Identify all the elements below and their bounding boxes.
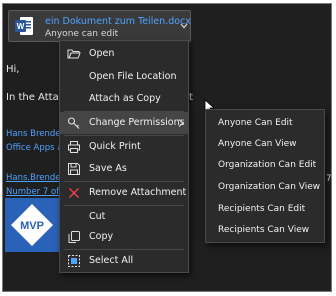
submenu-item-label: Recipients Can View [218,225,310,235]
menu-item-copy[interactable]: Copy [60,226,188,248]
attachment-file-name[interactable]: ein Dokument zum Teilen.docx [45,16,191,27]
menu-item-label: Copy [89,231,114,242]
menu-item-attach-as-copy[interactable]: Attach as Copy [60,88,188,110]
submenu-item-recipients-can-edit[interactable]: Recipients Can Edit [206,199,324,220]
signature-number-link[interactable]: Number 7 of [6,187,59,197]
copy-icon [68,231,80,243]
menu-item-change-permissions[interactable]: Change Permissions [60,112,188,134]
menu-item-label: Open File Location [89,71,177,82]
menu-item-label: Remove Attachment [89,187,187,198]
svg-text:W: W [17,22,25,31]
change-permissions-submenu: Anyone Can Edit Anyone Can View Organiza… [205,109,325,243]
menu-item-label: Open [89,48,115,59]
save-icon [68,163,80,175]
signature-name: Hans Brender [6,129,64,139]
open-folder-icon [67,49,81,59]
attachment-context-menu: Open Open File Location Attach as Copy C… [59,40,189,273]
menu-item-label: Quick Print [89,141,141,152]
submenu-item-label: Anyone Can Edit [218,118,293,128]
submenu-item-anyone-can-edit[interactable]: Anyone Can Edit [206,113,324,134]
remove-x-icon [69,188,79,198]
menu-item-label: Select All [89,255,134,266]
menu-item-cut[interactable]: Cut [60,206,188,228]
printer-icon [68,141,80,153]
signature-link[interactable]: Hans.Brender [6,173,64,183]
chevron-down-icon[interactable] [179,21,189,31]
submenu-item-label: Recipients Can Edit [218,204,306,214]
mail-body-line-end: t [189,92,193,103]
submenu-item-recipients-can-view[interactable]: Recipients Can View [206,220,324,241]
outlook-reading-pane: W ein Dokument zum Teilen.docx Anyone ca… [2,3,332,292]
submenu-item-label: Anyone Can View [218,139,297,149]
mvp-logo: MVP [5,198,59,252]
mail-greeting: Hi, [6,64,20,75]
menu-item-label: Save As [89,163,127,174]
svg-text:MVP: MVP [20,220,44,232]
menu-item-label: Cut [89,211,106,222]
attachment-chip[interactable]: W ein Dokument zum Teilen.docx Anyone ca… [8,10,191,42]
word-file-icon: W [15,17,33,35]
attachment-permission: Anyone can edit [45,29,119,39]
menu-item-save-as[interactable]: Save As [60,158,188,180]
submenu-item-anyone-can-view[interactable]: Anyone Can View [206,134,324,155]
submenu-item-organization-can-view[interactable]: Organization Can View [206,177,324,198]
select-all-icon [68,255,80,267]
menu-item-remove-attachment[interactable]: Remove Attachment [60,182,188,204]
menu-item-label: Change Permissions [89,117,185,128]
key-icon [67,117,80,129]
submenu-item-label: Organization Can Edit [218,160,317,170]
menu-item-label: Attach as Copy [89,93,161,104]
chevron-right-icon [178,119,184,127]
menu-item-quick-print[interactable]: Quick Print [60,136,188,158]
trailing-digit: 7 [326,174,332,184]
menu-item-open[interactable]: Open [60,43,188,65]
menu-item-select-all[interactable]: Select All [60,250,188,272]
menu-item-open-file-location[interactable]: Open File Location [60,66,188,88]
submenu-item-organization-can-edit[interactable]: Organization Can Edit [206,155,324,176]
signature-title: Office Apps a [6,143,63,153]
submenu-item-label: Organization Can View [218,182,321,192]
